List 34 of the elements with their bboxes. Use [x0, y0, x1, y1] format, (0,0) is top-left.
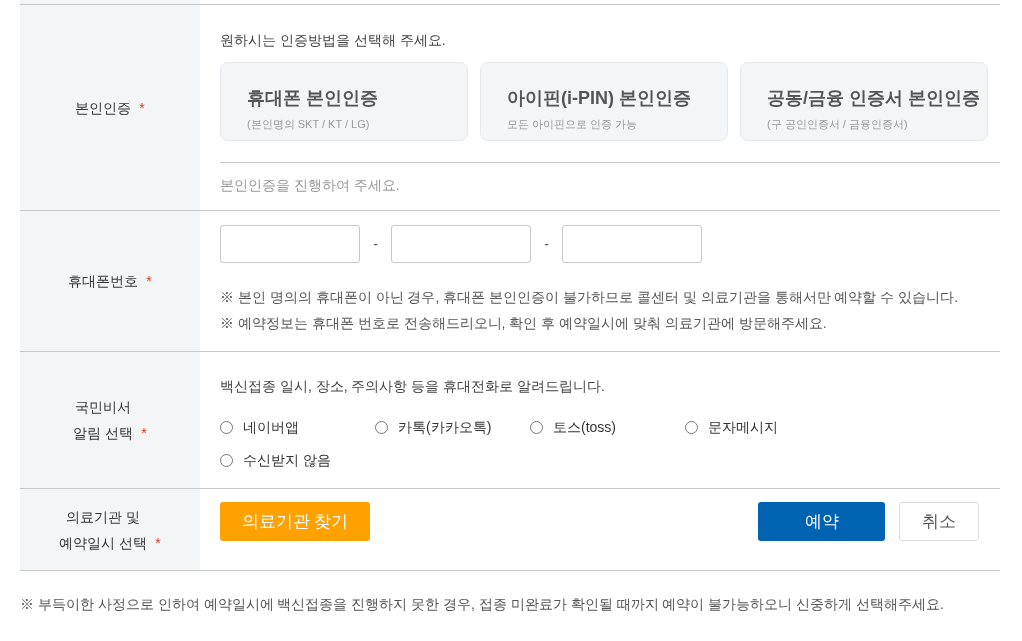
row-label: 의료기관 및 예약일시 선택 — [59, 507, 148, 553]
row-label: 휴대폰번호 — [68, 272, 139, 291]
status-text: 본인인증을 진행하여 주세요. — [220, 176, 401, 195]
phone-input-field[interactable] — [562, 225, 702, 263]
notification-option[interactable]: 문자메시지 — [685, 417, 778, 437]
notification-option[interactable]: 수신받지 않음 — [220, 450, 331, 470]
required-mark: * — [146, 273, 152, 289]
notice-text: ※ 예약정보는 휴대폰 번호로 전송해드리오니, 확인 후 예약일시에 맞춰 의료기관에 방문해주세요. — [220, 314, 828, 333]
footer-notice: ※ 부득이한 사정으로 인하여 예약일시에 백신접종을 진행하지 못한 경우, 접종 미완료가 확인될 때까지 예약이 불가능하오니 신중하게 선택해주세요. — [20, 595, 945, 614]
auth-method-card[interactable]: 휴대폰 본인인증 (본인명의 SKT / KT / LG) — [220, 62, 468, 141]
notification-option[interactable]: 토스(toss) — [530, 417, 616, 437]
notification-option[interactable]: 카톡(카카오톡) — [375, 417, 492, 437]
row-label: 국민비서 알림 선택 — [73, 398, 134, 443]
notice-text: ※ 본인 명의의 휴대폰이 아닌 경우, 휴대폰 본인인증이 불가하므로 콜센터 및 의료기관을 통해서만 예약할 수 있습니다. — [220, 288, 960, 307]
instruction-text: 백신접종 일시, 장소, 주의사항 등을 휴대전화로 알려드립니다. — [220, 377, 606, 396]
required-mark: * — [141, 425, 147, 441]
radio-icon[interactable] — [220, 420, 233, 434]
radio-icon[interactable] — [685, 420, 698, 434]
phone-input-field[interactable] — [220, 225, 360, 263]
required-mark: * — [155, 534, 161, 551]
radio-icon[interactable] — [530, 420, 543, 434]
phone-input-field[interactable] — [391, 225, 531, 263]
required-mark: * — [139, 99, 145, 116]
dash-separator: - — [543, 234, 550, 254]
auth-method-card[interactable]: 공동/금융 인증서 본인인증 (구 공인인증서 / 금융인증서) — [740, 62, 988, 141]
cancel-button[interactable]: 취소 — [899, 502, 979, 541]
dash-separator: - — [372, 234, 379, 254]
auth-method-card[interactable]: 아이핀(i-PIN) 본인인증 모든 아이핀으로 인증 가능 — [480, 62, 728, 141]
row-label: 본인인증 — [75, 98, 132, 118]
radio-icon[interactable] — [220, 453, 233, 467]
instruction-text: 원하시는 인증방법을 선택해 주세요. — [220, 31, 447, 50]
notification-option[interactable]: 네이버앱 — [220, 417, 299, 437]
reserve-button[interactable]: 예약 — [758, 502, 885, 541]
radio-icon[interactable] — [375, 420, 388, 434]
